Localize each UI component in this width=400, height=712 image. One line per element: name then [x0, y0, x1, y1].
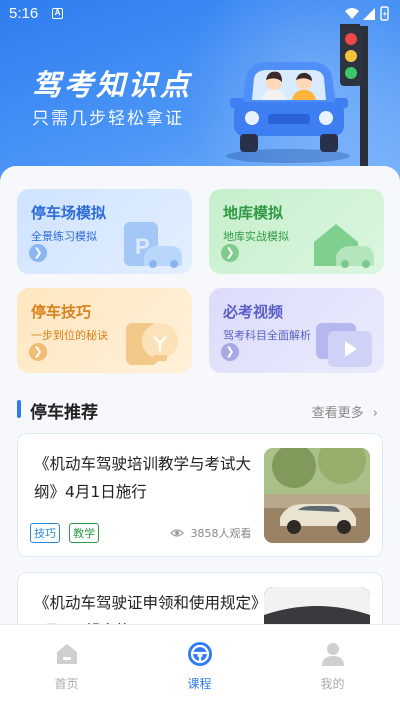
- user-icon: [321, 643, 344, 666]
- card-garage-simulation[interactable]: 地库模拟 地库实战模拟 ❯: [209, 189, 384, 274]
- view-more-link[interactable]: 查看更多 ›: [312, 402, 378, 421]
- lightbulb-icon: [126, 323, 178, 365]
- article-title: 《机动车驾驶培训教学与考试大纲》4月1日施行: [34, 455, 252, 501]
- tab-home[interactable]: 首页: [0, 625, 133, 712]
- bottom-tab-bar: 首页 课程 我的: [0, 624, 400, 712]
- tab-label: 首页: [54, 677, 79, 691]
- garage-icon: [314, 224, 374, 268]
- notification-icon: A: [52, 8, 63, 19]
- video-icon: [316, 323, 372, 367]
- section-title: 停车推荐: [30, 403, 98, 423]
- view-count-label: 3858人观看: [190, 527, 252, 540]
- chevron-right-icon: ❯: [29, 244, 47, 262]
- tab-profile[interactable]: 我的: [266, 625, 399, 712]
- article-tags: 技巧 教学: [30, 522, 103, 543]
- chevron-right-icon: ❯: [29, 343, 47, 361]
- home-icon: [56, 644, 77, 664]
- tab-label: 课程: [187, 677, 212, 691]
- tag-badge: 技巧: [30, 523, 60, 543]
- tag-badge: 教学: [69, 523, 100, 543]
- hero-title: 驾考知识点: [32, 68, 193, 102]
- traffic-light-icon: [340, 24, 368, 166]
- car-illustration: [226, 24, 368, 166]
- article-thumbnail: [264, 448, 370, 543]
- card-parking-tips[interactable]: 停车技巧 一步到位的秘诀 ❯: [17, 288, 192, 373]
- view-count: 3858人观看: [170, 525, 252, 541]
- article-card[interactable]: 《机动车驾驶培训教学与考试大纲》4月1日施行 技巧 教学 3858人观看: [17, 433, 383, 557]
- chevron-right-icon: ❯: [221, 244, 239, 262]
- chevron-right-icon: ›: [372, 406, 378, 421]
- steering-wheel-icon: [187, 642, 212, 666]
- car-icon: [226, 62, 350, 163]
- chevron-right-icon: ❯: [221, 343, 239, 361]
- tab-label: 我的: [320, 677, 345, 691]
- eye-icon: [170, 529, 184, 537]
- section-accent-bar: [17, 400, 21, 418]
- parking-icon: P: [124, 222, 182, 268]
- tab-course[interactable]: 课程: [133, 625, 266, 712]
- card-required-videos[interactable]: 必考视频 驾考科目全面解析 ❯: [209, 288, 384, 373]
- card-parking-lot-simulation[interactable]: 停车场模拟 全景练习模拟 ❯ P: [17, 189, 192, 274]
- hero-subtitle: 只需几步轻松拿证: [32, 109, 184, 129]
- view-more-label: 查看更多: [311, 406, 364, 421]
- status-time: 5:16: [9, 5, 39, 22]
